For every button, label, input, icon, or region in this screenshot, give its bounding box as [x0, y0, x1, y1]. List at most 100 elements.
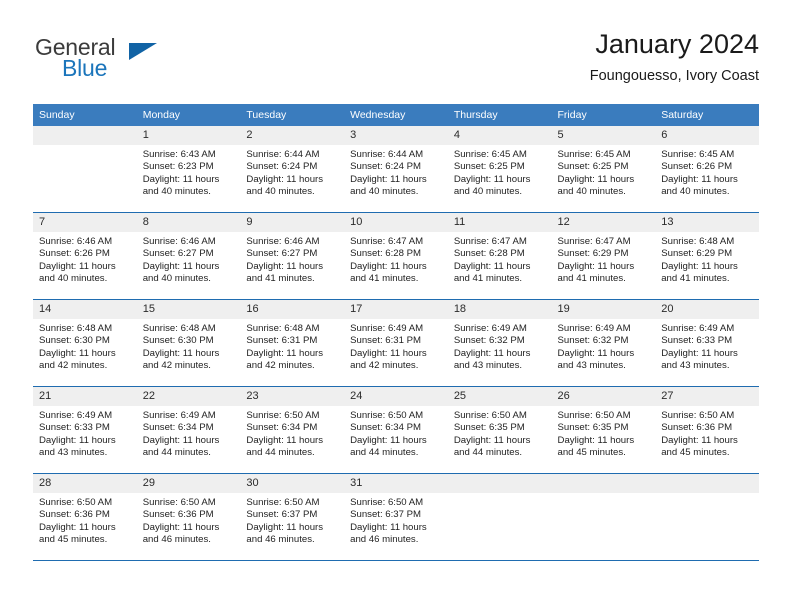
day-number: 13 [655, 213, 759, 232]
calendar-day-cell[interactable]: 15 Sunrise: 6:48 AM Sunset: 6:30 PM Dayligh… [136, 299, 241, 387]
sunset-text: Sunset: 6:34 PM [350, 422, 422, 434]
day-number: 24 [344, 387, 448, 406]
sunset-text: Sunset: 6:30 PM [39, 335, 110, 347]
calendar-day-cell[interactable]: 5 Sunrise: 6:45 AM Sunset: 6:25 PM Daylight… [551, 126, 656, 213]
day-cell-inner: 6 Sunrise: 6:45 AM Sunset: 6:26 PM Daylight… [655, 126, 759, 212]
calendar-day-cell[interactable]: 13 Sunrise: 6:48 AM Sunset: 6:29 PM Dayligh… [655, 212, 759, 300]
calendar-day-cell[interactable]: 4 Sunrise: 6:45 AM Sunset: 6:25 PM Daylight… [447, 126, 552, 213]
sunset-text: Sunset: 6:26 PM [661, 161, 733, 173]
daylight-text: Daylight: 11 hours and 43 minutes. [557, 347, 635, 372]
sunrise-text: Sunrise: 6:44 AM [246, 149, 320, 160]
calendar-day-cell[interactable]: 29 Sunrise: 6:50 AM Sunset: 6:36 PM Dayligh… [136, 473, 241, 561]
calendar-day-cell[interactable]: 3 Sunrise: 6:44 AM Sunset: 6:24 PM Daylight… [344, 126, 448, 213]
day-info: Sunrise: 6:48 AM Sunset: 6:30 PM Daylight:… [137, 319, 241, 373]
calendar-day-cell[interactable]: 24 Sunrise: 6:50 AM Sunset: 6:34 PM Dayligh… [344, 386, 448, 474]
sunrise-text: Sunrise: 6:48 AM [661, 236, 735, 247]
day-cell-inner: 26 Sunrise: 6:50 AM Sunset: 6:35 PM Dayligh… [551, 387, 656, 473]
calendar-day-cell[interactable]: 31 Sunrise: 6:50 AM Sunset: 6:37 PM Dayligh… [344, 473, 448, 561]
day-info [655, 493, 759, 497]
sunset-text: Sunset: 6:25 PM [557, 161, 629, 173]
sunrise-text: Sunrise: 6:46 AM [142, 236, 216, 247]
daylight-text: Daylight: 11 hours and 41 minutes. [661, 260, 738, 285]
calendar-week-row: 14 Sunrise: 6:48 AM Sunset: 6:30 PM Dayligh… [33, 299, 759, 387]
calendar-day-cell[interactable]: 12 Sunrise: 6:47 AM Sunset: 6:29 PM Dayligh… [551, 212, 656, 300]
calendar-day-cell[interactable]: 8 Sunrise: 6:46 AM Sunset: 6:27 PM Daylight… [136, 212, 241, 300]
day-info: Sunrise: 6:44 AM Sunset: 6:24 PM Daylight:… [344, 145, 448, 199]
day-cell-inner: 21 Sunrise: 6:49 AM Sunset: 6:33 PM Dayligh… [33, 387, 137, 473]
day-cell-inner: 17 Sunrise: 6:49 AM Sunset: 6:31 PM Dayligh… [344, 300, 448, 386]
day-cell-inner: 23 Sunrise: 6:50 AM Sunset: 6:34 PM Dayligh… [240, 387, 345, 473]
day-info: Sunrise: 6:50 AM Sunset: 6:36 PM Daylight:… [137, 493, 241, 547]
day-number: 30 [240, 474, 345, 493]
calendar-body: 1 Sunrise: 6:43 AM Sunset: 6:23 PM Daylight… [33, 126, 759, 561]
day-number: 4 [447, 126, 552, 145]
page-title: January 2024 [595, 29, 759, 59]
calendar-day-cell[interactable]: 14 Sunrise: 6:48 AM Sunset: 6:30 PM Dayligh… [33, 299, 137, 387]
day-info: Sunrise: 6:50 AM Sunset: 6:36 PM Daylight:… [33, 493, 137, 547]
day-cell-inner: 1 Sunrise: 6:43 AM Sunset: 6:23 PM Daylight… [136, 126, 241, 212]
calendar-day-cell[interactable]: 10 Sunrise: 6:47 AM Sunset: 6:28 PM Dayligh… [344, 212, 448, 300]
day-number [33, 126, 137, 145]
calendar-day-cell[interactable]: 2 Sunrise: 6:44 AM Sunset: 6:24 PM Daylight… [240, 126, 345, 213]
daylight-text: Daylight: 11 hours and 43 minutes. [453, 347, 531, 372]
calendar-day-cell-empty [33, 126, 137, 213]
sunrise-text: Sunrise: 6:46 AM [39, 236, 113, 247]
calendar-day-cell[interactable]: 26 Sunrise: 6:50 AM Sunset: 6:35 PM Dayligh… [551, 386, 656, 474]
sunrise-text: Sunrise: 6:49 AM [142, 410, 216, 421]
sunset-text: Sunset: 6:25 PM [453, 161, 525, 173]
calendar-day-cell[interactable]: 27 Sunrise: 6:50 AM Sunset: 6:36 PM Dayligh… [655, 386, 759, 474]
sunset-text: Sunset: 6:32 PM [453, 335, 525, 347]
sunset-text: Sunset: 6:29 PM [661, 248, 733, 260]
day-info: Sunrise: 6:47 AM Sunset: 6:28 PM Daylight:… [448, 232, 552, 286]
day-number: 2 [240, 126, 345, 145]
calendar-day-cell[interactable]: 20 Sunrise: 6:49 AM Sunset: 6:33 PM Dayligh… [655, 299, 759, 387]
day-number: 26 [551, 387, 656, 406]
day-cell-inner [551, 474, 656, 560]
day-info: Sunrise: 6:46 AM Sunset: 6:27 PM Daylight:… [137, 232, 241, 286]
calendar-day-cell[interactable]: 11 Sunrise: 6:47 AM Sunset: 6:28 PM Dayligh… [447, 212, 552, 300]
day-info: Sunrise: 6:48 AM Sunset: 6:29 PM Daylight:… [655, 232, 759, 286]
day-info: Sunrise: 6:49 AM Sunset: 6:32 PM Daylight:… [448, 319, 552, 373]
sunset-text: Sunset: 6:33 PM [39, 422, 110, 434]
day-info: Sunrise: 6:46 AM Sunset: 6:27 PM Daylight:… [240, 232, 344, 286]
calendar-day-cell[interactable]: 30 Sunrise: 6:50 AM Sunset: 6:37 PM Dayligh… [240, 473, 345, 561]
day-number: 18 [447, 300, 552, 319]
daylight-text: Daylight: 11 hours and 46 minutes. [350, 521, 427, 546]
calendar-day-cell[interactable]: 23 Sunrise: 6:50 AM Sunset: 6:34 PM Dayligh… [240, 386, 345, 474]
calendar-day-cell[interactable]: 7 Sunrise: 6:46 AM Sunset: 6:26 PM Daylight… [33, 212, 137, 300]
calendar-day-cell[interactable]: 6 Sunrise: 6:45 AM Sunset: 6:26 PM Daylight… [655, 126, 759, 213]
calendar-day-cell[interactable]: 19 Sunrise: 6:49 AM Sunset: 6:32 PM Dayligh… [551, 299, 656, 387]
calendar-day-cell[interactable]: 22 Sunrise: 6:49 AM Sunset: 6:34 PM Dayligh… [136, 386, 241, 474]
daylight-text: Daylight: 11 hours and 44 minutes. [142, 434, 220, 459]
sunrise-text: Sunrise: 6:47 AM [453, 236, 527, 247]
daylight-text: Daylight: 11 hours and 40 minutes. [142, 260, 220, 285]
brand-logo[interactable]: General Blue [33, 34, 253, 90]
day-cell-inner: 7 Sunrise: 6:46 AM Sunset: 6:26 PM Daylight… [33, 213, 137, 299]
daylight-text: Daylight: 11 hours and 40 minutes. [39, 260, 116, 285]
calendar-day-cell[interactable]: 9 Sunrise: 6:46 AM Sunset: 6:27 PM Daylight… [240, 212, 345, 300]
day-cell-inner: 13 Sunrise: 6:48 AM Sunset: 6:29 PM Dayligh… [655, 213, 759, 299]
calendar-day-cell[interactable]: 16 Sunrise: 6:48 AM Sunset: 6:31 PM Dayligh… [240, 299, 345, 387]
calendar-day-cell[interactable]: 18 Sunrise: 6:49 AM Sunset: 6:32 PM Dayligh… [447, 299, 552, 387]
sunrise-text: Sunrise: 6:45 AM [557, 149, 631, 160]
calendar-day-cell[interactable]: 25 Sunrise: 6:50 AM Sunset: 6:35 PM Dayligh… [447, 386, 552, 474]
calendar-header-row: Sunday Monday Tuesday Wednesday Thursday… [33, 104, 759, 126]
sunset-text: Sunset: 6:37 PM [246, 509, 318, 521]
calendar-day-cell[interactable]: 1 Sunrise: 6:43 AM Sunset: 6:23 PM Daylight… [136, 126, 241, 213]
daylight-text: Daylight: 11 hours and 43 minutes. [39, 434, 116, 459]
day-info: Sunrise: 6:47 AM Sunset: 6:28 PM Daylight:… [344, 232, 448, 286]
calendar-day-cell[interactable]: 28 Sunrise: 6:50 AM Sunset: 6:36 PM Dayligh… [33, 473, 137, 561]
sunrise-text: Sunrise: 6:50 AM [557, 410, 631, 421]
day-number: 1 [136, 126, 241, 145]
sunset-text: Sunset: 6:35 PM [557, 422, 629, 434]
calendar-day-cell[interactable]: 17 Sunrise: 6:49 AM Sunset: 6:31 PM Dayligh… [344, 299, 448, 387]
title-block: January 2024 Foungouesso, Ivory Coast [590, 28, 759, 86]
daylight-text: Daylight: 11 hours and 41 minutes. [557, 260, 635, 285]
day-info: Sunrise: 6:49 AM Sunset: 6:31 PM Daylight:… [344, 319, 448, 373]
calendar-week-row: 1 Sunrise: 6:43 AM Sunset: 6:23 PM Daylight… [33, 126, 759, 213]
daylight-text: Daylight: 11 hours and 40 minutes. [142, 173, 220, 198]
day-info: Sunrise: 6:50 AM Sunset: 6:35 PM Daylight:… [448, 406, 552, 460]
sunrise-text: Sunrise: 6:50 AM [142, 497, 216, 508]
calendar-day-cell[interactable]: 21 Sunrise: 6:49 AM Sunset: 6:33 PM Dayligh… [33, 386, 137, 474]
sunrise-text: Sunrise: 6:50 AM [350, 410, 424, 421]
